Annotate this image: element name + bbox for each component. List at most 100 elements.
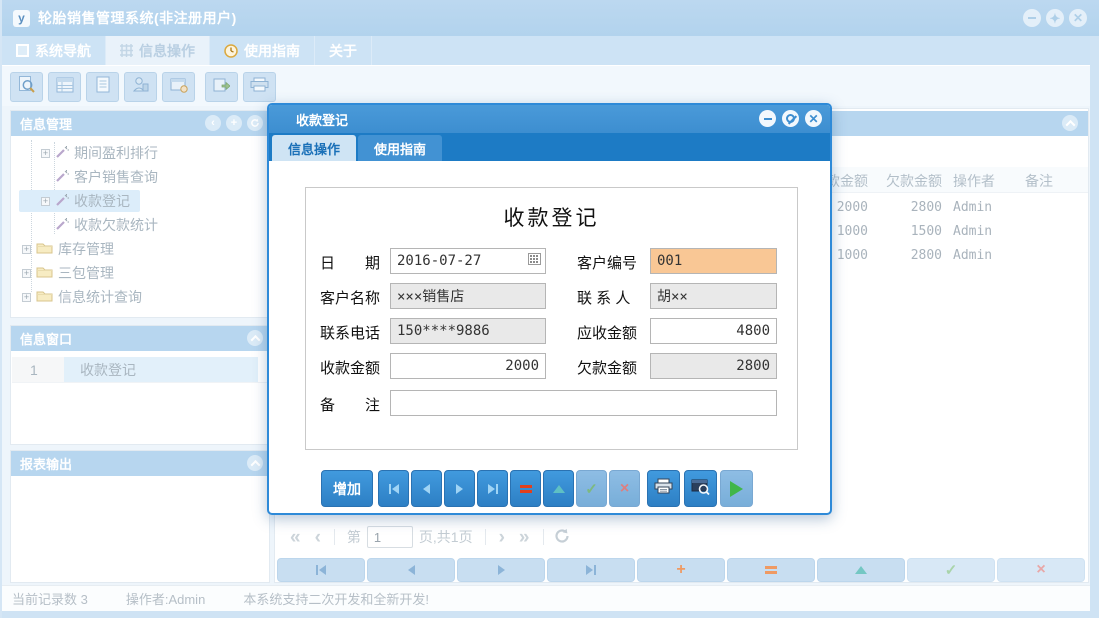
next-record-button[interactable] bbox=[457, 558, 545, 582]
toolbar-user-button[interactable] bbox=[124, 72, 157, 102]
window-icon bbox=[170, 77, 188, 98]
app-title: 轮胎销售管理系统(非注册用户) bbox=[38, 10, 237, 26]
cell-debt-amount: 1500 bbox=[910, 224, 942, 239]
maximize-button[interactable]: ✦ bbox=[1046, 9, 1064, 27]
payment-amount-field[interactable] bbox=[390, 353, 546, 379]
dialog-close-button[interactable]: ✕ bbox=[805, 110, 822, 127]
first-record-button[interactable] bbox=[277, 558, 365, 582]
expander-icon[interactable]: + bbox=[22, 292, 31, 302]
prev-record-button[interactable] bbox=[367, 558, 455, 582]
refresh-page-icon[interactable] bbox=[554, 528, 570, 547]
dialog-tab-bar: 信息操作 使用指南 bbox=[269, 133, 830, 161]
check-icon: ✓ bbox=[585, 480, 598, 498]
cancel-button[interactable]: × bbox=[609, 470, 640, 507]
last-record-button[interactable] bbox=[477, 470, 508, 507]
table-icon bbox=[56, 77, 74, 98]
toolbar-search-button[interactable] bbox=[10, 72, 43, 102]
customer-name-field[interactable] bbox=[390, 283, 546, 309]
date-field[interactable] bbox=[390, 248, 546, 274]
tree-item-receivables-stats[interactable]: 收款欠款统计 bbox=[41, 214, 158, 236]
last-page-icon[interactable]: » bbox=[512, 528, 537, 547]
prev-icon bbox=[423, 483, 430, 494]
save-record-button[interactable]: ✓ bbox=[907, 558, 995, 582]
tree-item-customer-sales-query[interactable]: 客户销售查询 bbox=[41, 166, 158, 188]
expander-icon[interactable]: + bbox=[22, 268, 31, 278]
add-record-button[interactable]: + bbox=[637, 558, 725, 582]
customer-id-field[interactable] bbox=[650, 248, 777, 274]
column-header: 欠款金额 bbox=[886, 173, 942, 189]
close-button[interactable]: ✕ bbox=[1069, 9, 1087, 27]
minimize-button[interactable] bbox=[1023, 9, 1041, 27]
cancel-icon: × bbox=[619, 479, 630, 497]
prev-record-button[interactable] bbox=[411, 470, 442, 507]
collapse-up-icon[interactable] bbox=[1062, 115, 1078, 131]
toolbar-window-button[interactable] bbox=[162, 72, 195, 102]
delete-record-button[interactable] bbox=[727, 558, 815, 582]
next-icon bbox=[497, 565, 505, 575]
toolbar-print-button[interactable] bbox=[243, 72, 276, 102]
dialog-button-bar: 增加 ✓ × bbox=[269, 470, 830, 510]
edit-icon bbox=[552, 484, 565, 493]
toolbar-document-button[interactable] bbox=[86, 72, 119, 102]
run-button[interactable] bbox=[720, 470, 753, 507]
expander-icon[interactable]: + bbox=[22, 244, 31, 254]
column-header: 备注 bbox=[1025, 173, 1053, 189]
tree-item-label: 库存管理 bbox=[58, 241, 114, 257]
edit-record-button[interactable] bbox=[817, 558, 905, 582]
menu-item-system-nav[interactable]: 系统导航 bbox=[2, 36, 106, 65]
print-preview-button[interactable] bbox=[684, 470, 717, 507]
add-button[interactable]: 增加 bbox=[321, 470, 373, 507]
first-page-icon[interactable]: « bbox=[283, 528, 308, 547]
tree-item-inventory-management[interactable]: + 库存管理 bbox=[22, 238, 114, 260]
refresh-icon[interactable] bbox=[247, 115, 263, 131]
print-button[interactable] bbox=[647, 470, 680, 507]
menu-item-about[interactable]: 关于 bbox=[315, 36, 372, 65]
next-page-icon[interactable]: › bbox=[492, 528, 512, 547]
last-record-button[interactable] bbox=[547, 558, 635, 582]
tree-item-info-stats-query[interactable]: + 信息统计查询 bbox=[22, 286, 142, 308]
cancel-record-button[interactable]: × bbox=[997, 558, 1085, 582]
tree-item-payment-register[interactable]: + 收款登记 bbox=[19, 190, 140, 212]
dialog-restore-button[interactable] bbox=[782, 110, 799, 127]
delete-button[interactable] bbox=[510, 470, 541, 507]
contact-phone-field[interactable] bbox=[390, 318, 546, 344]
dialog-minimize-button[interactable] bbox=[759, 110, 776, 127]
receivable-amount-field[interactable] bbox=[650, 318, 777, 344]
debt-amount-field[interactable] bbox=[650, 353, 777, 379]
add-icon[interactable]: + bbox=[226, 115, 242, 131]
collapse-left-icon[interactable]: ‹ bbox=[205, 115, 221, 131]
expander-icon[interactable]: + bbox=[41, 148, 50, 158]
collapse-up-icon[interactable] bbox=[247, 330, 263, 346]
prev-page-icon[interactable]: ‹ bbox=[308, 528, 328, 547]
menu-item-user-guide[interactable]: 使用指南 bbox=[210, 36, 315, 65]
collapse-up-icon[interactable] bbox=[247, 455, 263, 471]
search-document-icon bbox=[17, 75, 36, 99]
first-record-button[interactable] bbox=[378, 470, 409, 507]
checkbox-icon bbox=[16, 44, 29, 57]
folder-icon bbox=[36, 241, 53, 257]
grid-icon bbox=[120, 44, 133, 57]
prev-icon bbox=[407, 565, 415, 575]
remark-field[interactable] bbox=[390, 390, 777, 416]
dialog-title-bar[interactable]: 收款登记 ✕ bbox=[269, 105, 830, 133]
menu-item-info-operation[interactable]: 信息操作 bbox=[106, 36, 210, 65]
window-row-label: 收款登记 bbox=[64, 357, 258, 382]
page-number-input[interactable] bbox=[366, 526, 413, 548]
toolbar-export-button[interactable] bbox=[205, 72, 238, 102]
next-record-button[interactable] bbox=[444, 470, 475, 507]
contact-person-field[interactable] bbox=[650, 283, 777, 309]
calendar-icon[interactable] bbox=[528, 252, 541, 270]
tree-item-three-guarantees[interactable]: + 三包管理 bbox=[22, 262, 114, 284]
report-output-header: 报表输出 bbox=[11, 451, 269, 476]
cell-debt-amount: 2800 bbox=[910, 248, 942, 263]
save-button[interactable]: ✓ bbox=[576, 470, 607, 507]
dialog-tab-info-operation[interactable]: 信息操作 bbox=[272, 135, 357, 161]
debt-amount-label: 欠款金额 bbox=[577, 360, 638, 377]
expander-icon[interactable]: + bbox=[41, 196, 50, 206]
dialog-tab-user-guide[interactable]: 使用指南 bbox=[358, 135, 443, 161]
edit-button[interactable] bbox=[543, 470, 574, 507]
tree-item-period-profit-ranking[interactable]: + 期间盈利排行 bbox=[41, 142, 158, 164]
toolbar-table-button[interactable] bbox=[48, 72, 81, 102]
open-window-row[interactable]: 1 收款登记 bbox=[12, 357, 268, 383]
edit-icon bbox=[855, 566, 867, 574]
